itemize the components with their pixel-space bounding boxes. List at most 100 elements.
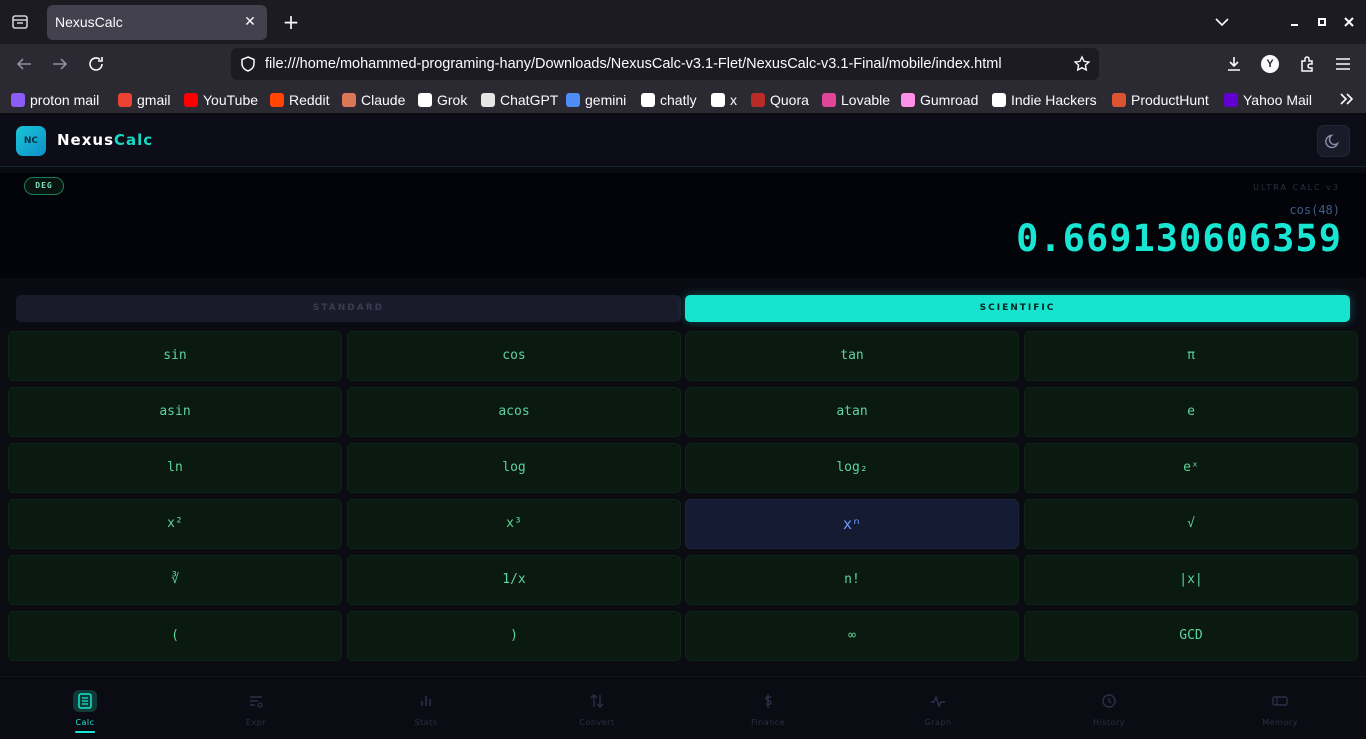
mode-tab-standard[interactable]: STANDARD bbox=[16, 295, 681, 322]
key-button[interactable]: log₂ bbox=[685, 443, 1019, 493]
nav-item-graph[interactable]: Graph bbox=[878, 677, 998, 739]
bookmark-lovable[interactable]: Lovable bbox=[822, 91, 890, 108]
reload-icon[interactable] bbox=[85, 53, 107, 75]
dollar-icon bbox=[756, 690, 780, 712]
bookmark-x[interactable]: x bbox=[711, 91, 737, 108]
nav-item-memory[interactable]: Memory bbox=[1220, 677, 1340, 739]
key-button[interactable]: ∛ bbox=[8, 555, 342, 605]
key-button[interactable]: xⁿ bbox=[685, 499, 1019, 549]
nav-item-history[interactable]: History bbox=[1049, 677, 1169, 739]
bookmark-gumroad[interactable]: Gumroad bbox=[901, 91, 978, 108]
moon-icon bbox=[1325, 134, 1339, 149]
forward-arrow-icon[interactable] bbox=[49, 53, 71, 75]
browser-tab[interactable]: NexusCalc ✕ bbox=[47, 5, 267, 40]
bookmark-label: Yahoo Mail bbox=[1243, 91, 1313, 108]
theme-toggle-button[interactable] bbox=[1317, 125, 1350, 157]
bookmark-youtube[interactable]: YouTube bbox=[184, 91, 258, 108]
bookmark-label: x bbox=[730, 91, 737, 108]
nav-label: Finance bbox=[750, 718, 786, 727]
url-bar[interactable]: file:///home/mohammed-programing-hany/Do… bbox=[231, 48, 1099, 80]
tab-title: NexusCalc bbox=[55, 14, 123, 30]
key-button[interactable]: atan bbox=[685, 387, 1019, 437]
key-button[interactable]: eˣ bbox=[1024, 443, 1358, 493]
key-button[interactable]: ( bbox=[8, 611, 342, 661]
key-button[interactable]: log bbox=[347, 443, 681, 493]
x-icon bbox=[711, 92, 725, 107]
result-value: 0.669130606359 bbox=[1016, 217, 1342, 260]
nav-item-finance[interactable]: Finance bbox=[708, 677, 828, 739]
nav-label: Memory bbox=[1262, 718, 1298, 727]
tab-overflow-chevron-icon[interactable] bbox=[1212, 12, 1232, 32]
pulse-icon bbox=[926, 690, 950, 712]
extensions-icon[interactable] bbox=[1297, 54, 1317, 74]
new-tab-icon[interactable]: + bbox=[280, 10, 302, 34]
key-button[interactable]: 1/x bbox=[347, 555, 681, 605]
key-button[interactable]: π bbox=[1024, 331, 1358, 381]
minimize-icon[interactable] bbox=[1285, 12, 1305, 32]
key-button[interactable]: x² bbox=[8, 499, 342, 549]
bottom-navigation: Calc Expr Stats Convert Finance Graph History M… bbox=[0, 676, 1366, 739]
url-text[interactable]: file:///home/mohammed-programing-hany/Do… bbox=[265, 56, 1002, 72]
nexuscalc-app: NC NexusCalc DEG ULTRA CALC v3 cos(48) 0… bbox=[0, 115, 1366, 739]
bookmarks-toolbar: proton mail gmail YouTube Reddit Claude Grok C… bbox=[0, 84, 1366, 114]
nav-item-calc[interactable]: Calc bbox=[25, 677, 145, 739]
key-button[interactable]: sin bbox=[8, 331, 342, 381]
bookmark-grok[interactable]: Grok bbox=[418, 91, 467, 108]
bookmark-indie-hackers[interactable]: Indie Hackers bbox=[992, 91, 1097, 108]
key-button[interactable]: asin bbox=[8, 387, 342, 437]
key-button[interactable]: GCD bbox=[1024, 611, 1358, 661]
bookmark-producthunt[interactable]: ProductHunt bbox=[1112, 91, 1209, 108]
close-tab-icon[interactable]: ✕ bbox=[241, 13, 259, 31]
downloads-icon[interactable] bbox=[1224, 54, 1244, 74]
key-button[interactable]: n! bbox=[685, 555, 1019, 605]
nav-item-expr[interactable]: Expr bbox=[196, 677, 316, 739]
nav-item-convert[interactable]: Convert bbox=[537, 677, 657, 739]
mode-tab-scientific[interactable]: SCIENTIFIC bbox=[685, 295, 1350, 322]
key-button[interactable]: ) bbox=[347, 611, 681, 661]
bookmark-reddit[interactable]: Reddit bbox=[270, 91, 329, 108]
window-close-icon[interactable] bbox=[1339, 12, 1359, 32]
bookmark-proton-mail[interactable]: proton mail bbox=[11, 91, 99, 108]
key-button[interactable]: ∞ bbox=[685, 611, 1019, 661]
key-button[interactable]: ln bbox=[8, 443, 342, 493]
angle-mode-badge[interactable]: DEG bbox=[24, 177, 64, 195]
bookmark-label: Reddit bbox=[289, 91, 330, 108]
menu-hamburger-icon[interactable] bbox=[1333, 54, 1353, 74]
maximize-icon[interactable] bbox=[1312, 12, 1332, 32]
bookmark-gemini[interactable]: gemini bbox=[566, 91, 626, 108]
key-button[interactable]: e bbox=[1024, 387, 1358, 437]
nav-label: Expr bbox=[245, 718, 267, 727]
tab-list-icon[interactable] bbox=[8, 10, 32, 34]
reddit-icon bbox=[270, 92, 284, 107]
key-button[interactable]: cos bbox=[347, 331, 681, 381]
claude-icon bbox=[342, 92, 356, 107]
bookmark-label: Gumroad bbox=[920, 91, 979, 108]
nav-item-stats[interactable]: Stats bbox=[366, 677, 486, 739]
yahoo-icon bbox=[1224, 92, 1238, 107]
shield-icon[interactable] bbox=[239, 55, 257, 73]
account-avatar-icon[interactable]: Y bbox=[1261, 55, 1279, 73]
key-button[interactable]: x³ bbox=[347, 499, 681, 549]
bookmark-quora[interactable]: Quora bbox=[751, 91, 809, 108]
quora-icon bbox=[751, 92, 765, 107]
logo-text-part2: Calc bbox=[114, 131, 154, 149]
bookmark-chatly[interactable]: chatly bbox=[641, 91, 697, 108]
bookmarks-overflow-icon[interactable] bbox=[1336, 89, 1356, 109]
nav-label: Calc bbox=[75, 718, 95, 727]
bookmark-chatgpt[interactable]: ChatGPT bbox=[481, 91, 558, 108]
bookmark-claude[interactable]: Claude bbox=[342, 91, 405, 108]
key-button[interactable]: √ bbox=[1024, 499, 1358, 549]
back-arrow-icon[interactable] bbox=[13, 53, 35, 75]
bookmark-star-icon[interactable] bbox=[1073, 55, 1091, 73]
chatly-icon bbox=[641, 92, 655, 107]
browser-tab-bar: NexusCalc ✕ + bbox=[0, 0, 1366, 44]
nav-label: Convert bbox=[579, 718, 615, 727]
nav-label: Stats bbox=[414, 718, 438, 727]
key-button[interactable]: tan bbox=[685, 331, 1019, 381]
key-button[interactable]: |x| bbox=[1024, 555, 1358, 605]
bookmark-yahoo-mail[interactable]: Yahoo Mail bbox=[1224, 91, 1312, 108]
bookmark-label: gmail bbox=[137, 91, 171, 108]
key-button[interactable]: acos bbox=[347, 387, 681, 437]
bookmark-gmail[interactable]: gmail bbox=[118, 91, 170, 108]
indiehackers-icon bbox=[992, 92, 1006, 107]
